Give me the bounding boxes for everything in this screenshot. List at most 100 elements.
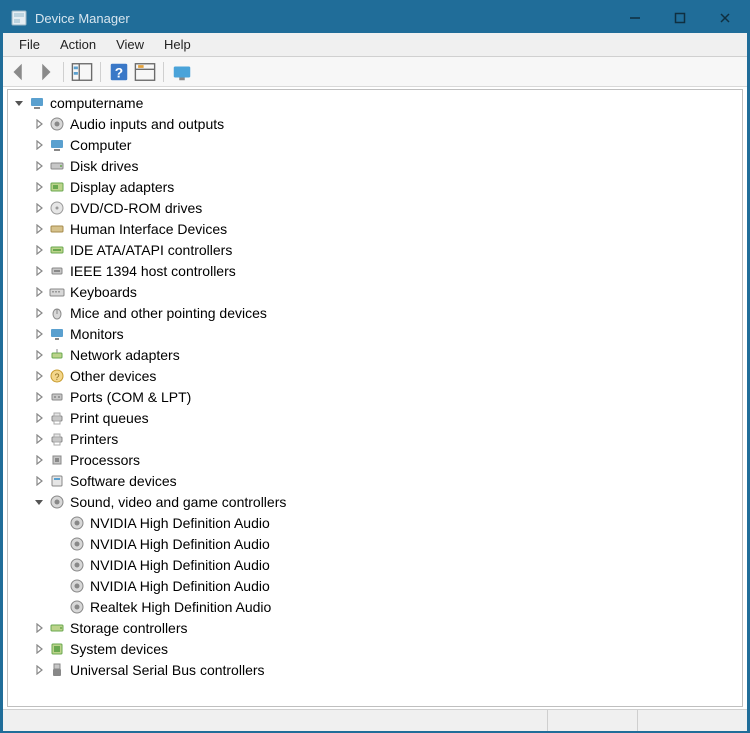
tree-category-label: Display adapters [70, 179, 174, 195]
tree-category[interactable]: Disk drives [8, 155, 742, 176]
tree-category-label: IEEE 1394 host controllers [70, 263, 236, 279]
properties-button[interactable] [133, 60, 157, 84]
speaker-icon [68, 598, 86, 616]
tree-device-label: Realtek High Definition Audio [90, 599, 271, 615]
display-adapter-icon [48, 178, 66, 196]
expand-icon[interactable] [32, 201, 46, 215]
cpu-icon [48, 451, 66, 469]
expand-icon[interactable] [32, 159, 46, 173]
tree-category[interactable]: Software devices [8, 470, 742, 491]
menu-help[interactable]: Help [154, 33, 201, 56]
tree-category-label: Audio inputs and outputs [70, 116, 224, 132]
expand-icon[interactable] [32, 243, 46, 257]
network-icon [48, 346, 66, 364]
tree-category[interactable]: Monitors [8, 323, 742, 344]
computer-icon [28, 94, 46, 112]
cd-icon [48, 199, 66, 217]
tree-category[interactable]: Computer [8, 134, 742, 155]
maximize-button[interactable] [657, 3, 702, 33]
expand-icon[interactable] [32, 621, 46, 635]
tree-category[interactable]: Human Interface Devices [8, 218, 742, 239]
expand-icon[interactable] [32, 369, 46, 383]
statusbar [3, 709, 747, 731]
tree-category[interactable]: Sound, video and game controllers [8, 491, 742, 512]
disk-icon [48, 157, 66, 175]
svg-text:?: ? [115, 65, 123, 80]
expand-icon[interactable] [32, 306, 46, 320]
forward-button[interactable] [33, 60, 57, 84]
device-tree-container[interactable]: computername Audio inputs and outputs Comp… [7, 89, 743, 707]
tree-category-label: Sound, video and game controllers [70, 494, 286, 510]
expand-icon[interactable] [32, 138, 46, 152]
status-cell [547, 710, 637, 731]
toolbar-separator [100, 62, 101, 82]
tree-category-label: Disk drives [70, 158, 138, 174]
expand-icon[interactable] [32, 411, 46, 425]
speaker-icon [48, 115, 66, 133]
show-hide-console-tree-button[interactable] [70, 60, 94, 84]
tree-category[interactable]: Keyboards [8, 281, 742, 302]
tree-category[interactable]: Processors [8, 449, 742, 470]
tree-category[interactable]: Universal Serial Bus controllers [8, 659, 742, 680]
expand-icon[interactable] [32, 642, 46, 656]
hid-icon [48, 220, 66, 238]
tree-category-label: Network adapters [70, 347, 180, 363]
tree-category[interactable]: Print queues [8, 407, 742, 428]
tree-category[interactable]: IEEE 1394 host controllers [8, 260, 742, 281]
software-icon [48, 472, 66, 490]
scan-hardware-button[interactable] [170, 60, 194, 84]
expand-icon[interactable] [32, 663, 46, 677]
menu-file[interactable]: File [9, 33, 50, 56]
expand-icon[interactable] [32, 264, 46, 278]
tree-device[interactable]: NVIDIA High Definition Audio [8, 575, 742, 596]
svg-text:?: ? [54, 372, 59, 382]
menu-action[interactable]: Action [50, 33, 106, 56]
tree-category-label: Printers [70, 431, 118, 447]
collapse-icon[interactable] [12, 96, 26, 110]
expand-icon[interactable] [32, 285, 46, 299]
expand-icon[interactable] [32, 117, 46, 131]
tree-category[interactable]: Printers [8, 428, 742, 449]
tree-device[interactable]: NVIDIA High Definition Audio [8, 533, 742, 554]
device-tree[interactable]: computername Audio inputs and outputs Comp… [8, 92, 742, 680]
expand-icon[interactable] [32, 348, 46, 362]
menu-view[interactable]: View [106, 33, 154, 56]
expand-icon[interactable] [32, 390, 46, 404]
expand-icon[interactable] [32, 180, 46, 194]
speaker-icon [68, 514, 86, 532]
tree-category-label: IDE ATA/ATAPI controllers [70, 242, 232, 258]
back-button[interactable] [7, 60, 31, 84]
tree-category[interactable]: System devices [8, 638, 742, 659]
firewire-icon [48, 262, 66, 280]
expand-icon[interactable] [32, 327, 46, 341]
expand-icon[interactable] [32, 222, 46, 236]
collapse-icon[interactable] [32, 495, 46, 509]
keyboard-icon [48, 283, 66, 301]
tree-device-label: NVIDIA High Definition Audio [90, 536, 270, 552]
toolbar-separator [163, 62, 164, 82]
tree-category[interactable]: DVD/CD-ROM drives [8, 197, 742, 218]
close-button[interactable] [702, 3, 747, 33]
tree-device[interactable]: NVIDIA High Definition Audio [8, 512, 742, 533]
tree-category[interactable]: Display adapters [8, 176, 742, 197]
tree-device[interactable]: NVIDIA High Definition Audio [8, 554, 742, 575]
expand-icon[interactable] [32, 453, 46, 467]
help-button[interactable]: ? [107, 60, 131, 84]
minimize-button[interactable] [612, 3, 657, 33]
menubar: File Action View Help [3, 33, 747, 57]
speaker-icon [68, 577, 86, 595]
speaker-icon [68, 556, 86, 574]
tree-category[interactable]: Mice and other pointing devices [8, 302, 742, 323]
tree-category[interactable]: Network adapters [8, 344, 742, 365]
expand-icon[interactable] [32, 474, 46, 488]
expand-icon[interactable] [32, 432, 46, 446]
ide-icon [48, 241, 66, 259]
tree-device-label: NVIDIA High Definition Audio [90, 578, 270, 594]
tree-category[interactable]: Ports (COM & LPT) [8, 386, 742, 407]
tree-category[interactable]: ?Other devices [8, 365, 742, 386]
tree-root[interactable]: computername [8, 92, 742, 113]
tree-device[interactable]: Realtek High Definition Audio [8, 596, 742, 617]
tree-category[interactable]: IDE ATA/ATAPI controllers [8, 239, 742, 260]
tree-category[interactable]: Storage controllers [8, 617, 742, 638]
tree-category[interactable]: Audio inputs and outputs [8, 113, 742, 134]
